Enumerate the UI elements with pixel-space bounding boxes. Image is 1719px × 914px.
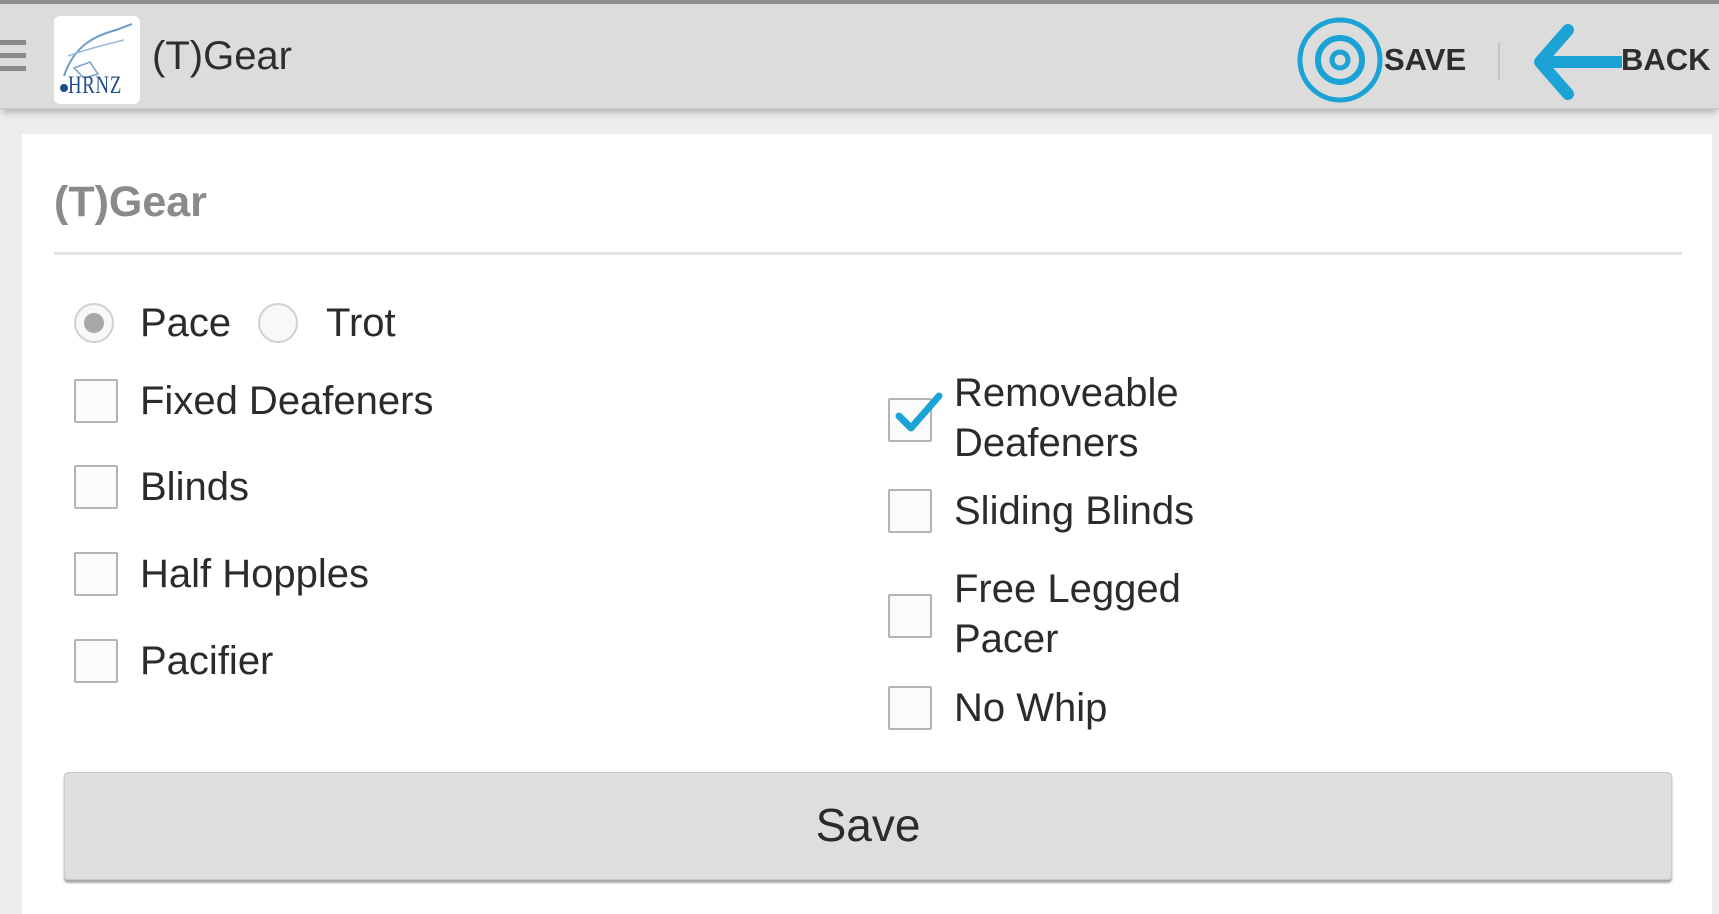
checkbox-item-sliding-blinds[interactable]: Sliding Blinds bbox=[888, 486, 1308, 536]
checkbox[interactable] bbox=[888, 686, 932, 730]
checkbox-label: Half Hopples bbox=[140, 552, 370, 596]
radio-pace[interactable]: Pace bbox=[74, 298, 264, 348]
checkbox[interactable] bbox=[888, 392, 943, 442]
menu-icon[interactable] bbox=[0, 40, 28, 80]
save-button[interactable]: Save bbox=[64, 772, 1672, 880]
save-action-button[interactable]: SAVE bbox=[1296, 12, 1476, 108]
disc-save-icon bbox=[1297, 17, 1383, 103]
checkbox-item-no-whip[interactable]: No Whip bbox=[888, 683, 1308, 733]
checkbox[interactable] bbox=[74, 465, 118, 509]
checkbox[interactable] bbox=[74, 552, 118, 596]
checkbox-item-removeable-deafeners[interactable]: Removeable Deafeners bbox=[888, 368, 1308, 472]
checkbox-item-half-hopples[interactable]: Half Hopples bbox=[74, 549, 494, 599]
checkbox-item-free-legged-pacer[interactable]: Free Legged Pacer bbox=[888, 564, 1308, 668]
checkbox[interactable] bbox=[74, 379, 118, 423]
checkbox[interactable] bbox=[888, 489, 932, 533]
app-logo[interactable]: HRNZ bbox=[54, 16, 140, 104]
radio-label: Pace bbox=[140, 301, 232, 345]
checkbox-label: Pacifier bbox=[140, 639, 274, 683]
checkbox-label: Blinds bbox=[140, 465, 249, 509]
radio-label: Trot bbox=[326, 301, 396, 345]
section-title: (T)Gear bbox=[54, 178, 207, 226]
checkbox-item-blinds[interactable]: Blinds bbox=[74, 462, 494, 512]
radio-button[interactable] bbox=[258, 303, 298, 343]
logo-text: HRNZ bbox=[68, 72, 123, 99]
action-divider bbox=[1498, 42, 1500, 80]
radio-button[interactable] bbox=[74, 303, 114, 343]
section-divider bbox=[54, 252, 1682, 255]
save-action-label: SAVE bbox=[1384, 42, 1467, 77]
back-action-label: BACK bbox=[1621, 42, 1711, 77]
checkbox-label: Free Legged Pacer bbox=[954, 567, 1181, 661]
arrow-left-icon bbox=[1534, 24, 1622, 100]
checkbox-label: Sliding Blinds bbox=[954, 489, 1195, 533]
checkbox-item-fixed-deafeners[interactable]: Fixed Deafeners bbox=[74, 376, 494, 426]
checkmark-icon bbox=[895, 392, 943, 432]
checkbox-label: No Whip bbox=[954, 686, 1108, 730]
gear-form-card: (T)Gear Pace Trot Fixed Deafeners Blinds… bbox=[22, 134, 1712, 914]
checkbox-label: Fixed Deafeners bbox=[140, 379, 434, 423]
checkbox-label: Removeable Deafeners bbox=[954, 371, 1179, 465]
back-action-button[interactable]: BACK bbox=[1532, 12, 1719, 108]
radio-trot[interactable]: Trot bbox=[258, 298, 418, 348]
checkbox-item-pacifier[interactable]: Pacifier bbox=[74, 636, 494, 686]
action-bar: HRNZ (T)Gear SAVE BACK bbox=[0, 4, 1719, 109]
checkbox[interactable] bbox=[888, 594, 932, 638]
checkbox[interactable] bbox=[74, 639, 118, 683]
app-title: (T)Gear bbox=[152, 34, 292, 78]
